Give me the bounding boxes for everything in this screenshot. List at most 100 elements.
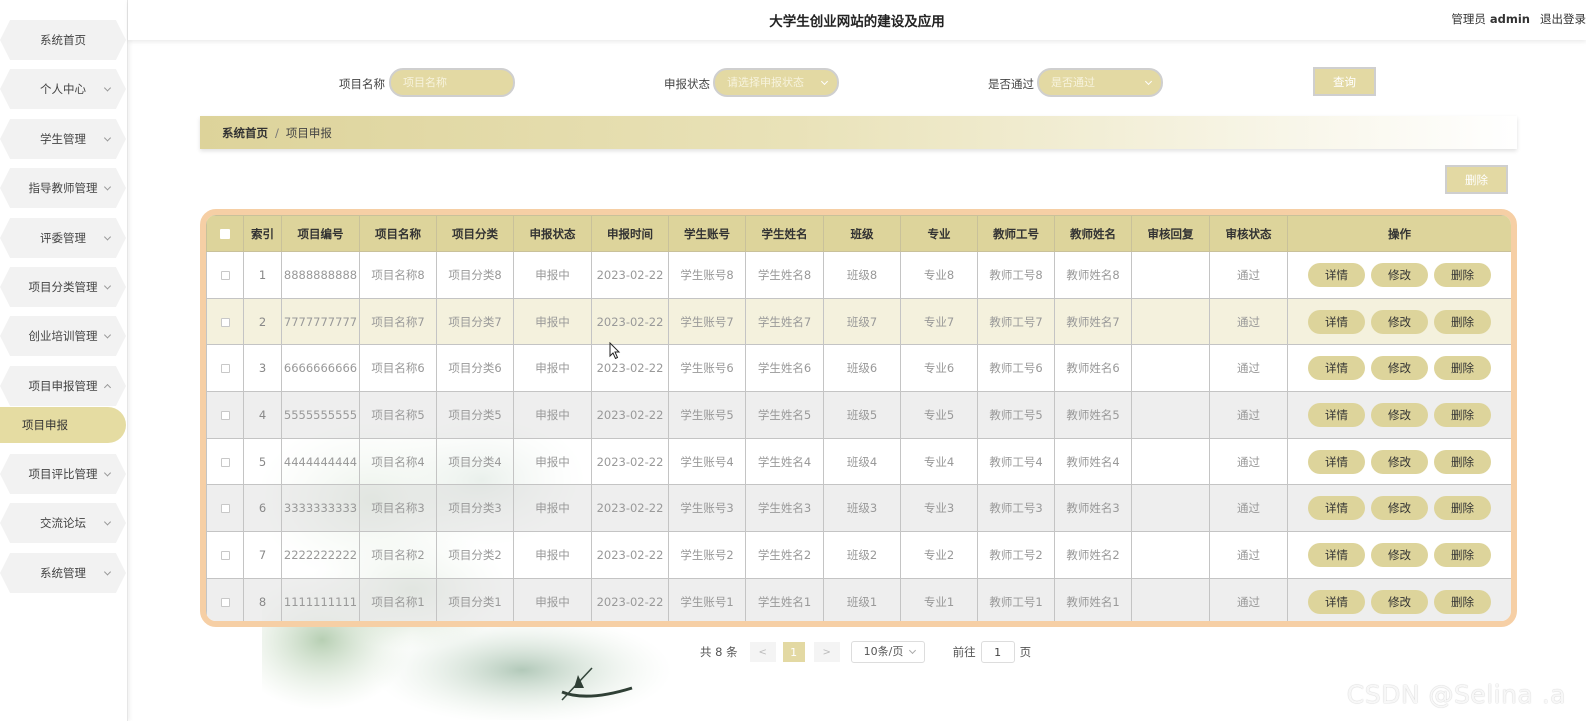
row-select-cell[interactable] [206, 484, 244, 533]
sidebar-item-label: 评委管理 [40, 231, 86, 245]
edit-button[interactable]: 修改 [1371, 262, 1428, 287]
is-passed-placeholder: 是否通过 [1051, 76, 1095, 89]
edit-button[interactable]: 修改 [1371, 496, 1428, 521]
delete-button[interactable]: 删除 [1434, 449, 1491, 474]
batch-delete-button[interactable]: 删除 [1445, 165, 1508, 194]
sidebar-item-forum[interactable]: 交流论坛 [0, 503, 126, 543]
table-cell-major: 专业1 [900, 577, 978, 621]
sidebar-item-label: 项目申报 [22, 418, 68, 432]
sidebar-item-label: 项目申报管理 [28, 379, 98, 393]
select-all-cell[interactable] [206, 215, 244, 252]
column-header: 项目编号 [281, 215, 360, 252]
row-actions-cell: 详情 修改 删除 [1287, 251, 1511, 299]
detail-button[interactable]: 详情 [1308, 356, 1365, 381]
sidebar-item-training-management[interactable]: 创业培训管理 [0, 316, 126, 356]
table-cell-major: 专业2 [900, 531, 978, 579]
sidebar-item-student-management[interactable]: 学生管理 [0, 119, 126, 159]
table-cell-index: 8 [243, 577, 282, 621]
table-cell-category: 项目分类6 [436, 344, 514, 393]
sidebar-item-evaluation-management[interactable]: 项目评比管理 [0, 454, 126, 494]
table-cell-review: 通过 [1209, 297, 1288, 346]
delete-button[interactable]: 删除 [1434, 542, 1491, 567]
sidebar-item-judge-management[interactable]: 评委管理 [0, 218, 126, 258]
username: admin [1489, 12, 1530, 26]
table-cell-class: 班级1 [823, 577, 901, 621]
sidebar-item-category-management[interactable]: 项目分类管理 [0, 267, 126, 307]
row-select-cell[interactable] [206, 297, 244, 346]
sidebar-item-label: 学生管理 [40, 132, 86, 146]
row-select-cell[interactable] [206, 531, 244, 579]
sidebar-item-label: 指导教师管理 [28, 181, 98, 195]
delete-button[interactable]: 删除 [1434, 356, 1491, 381]
detail-button[interactable]: 详情 [1308, 496, 1365, 521]
declaration-status-select[interactable]: 请选择申报状态 [713, 68, 839, 97]
breadcrumb-home[interactable]: 系统首页 [222, 125, 268, 141]
project-table: 索引 项目编号 项目名称 项目分类 申报状态 申报时间 学生账号 学生姓名 班级… [206, 215, 1511, 621]
sidebar-item-personal-center[interactable]: 个人中心 [0, 69, 126, 109]
row-checkbox[interactable] [220, 504, 230, 514]
next-page-button[interactable]: > [813, 642, 840, 662]
row-checkbox[interactable] [220, 317, 230, 327]
detail-button[interactable]: 详情 [1308, 589, 1365, 614]
page-size-select[interactable]: 10条/页 [850, 641, 925, 663]
goto-page-input[interactable] [980, 641, 1015, 663]
row-checkbox[interactable] [220, 270, 230, 280]
table-cell-teacher: 教师姓名6 [1054, 344, 1132, 393]
table-cell-teacher-id: 教师工号8 [977, 251, 1055, 299]
edit-button[interactable]: 修改 [1371, 542, 1428, 567]
prev-page-button[interactable]: < [749, 642, 776, 662]
logout-link[interactable]: 退出登录 [1540, 12, 1586, 26]
query-button[interactable]: 查询 [1313, 67, 1376, 96]
sidebar-item-home[interactable]: 系统首页 [0, 20, 126, 60]
row-select-cell[interactable] [206, 251, 244, 299]
detail-button[interactable]: 详情 [1308, 449, 1365, 474]
edit-button[interactable]: 修改 [1371, 589, 1428, 614]
sidebar-item-project-declaration[interactable]: 项目申报 [0, 407, 126, 443]
sidebar-item-system-management[interactable]: 系统管理 [0, 553, 126, 593]
row-select-cell[interactable] [206, 391, 244, 439]
row-checkbox[interactable] [220, 597, 230, 607]
table-cell-index: 1 [243, 251, 282, 299]
table-body: 1 8888888888 项目名称8 项目分类8 申报中 2023-02-22 学生账号8 学… [206, 251, 1511, 621]
sidebar-item-declaration-management[interactable]: 项目申报管理 [0, 366, 126, 406]
detail-button[interactable]: 详情 [1308, 402, 1365, 427]
table-cell-name: 项目名称6 [359, 344, 437, 393]
table-cell-name: 项目名称3 [359, 484, 437, 533]
delete-button[interactable]: 删除 [1434, 589, 1491, 614]
table-cell-review: 通过 [1209, 484, 1288, 533]
table-cell-class: 班级6 [823, 344, 901, 393]
row-select-cell[interactable] [206, 344, 244, 393]
pagination: 共 8 条 < 1 > 10条/页 前往 页 [700, 641, 1031, 663]
row-checkbox[interactable] [220, 410, 230, 420]
page-number-button[interactable]: 1 [782, 642, 805, 662]
total-count: 共 8 条 [700, 645, 738, 659]
delete-button[interactable]: 删除 [1434, 402, 1491, 427]
column-header: 索引 [243, 215, 282, 252]
edit-button[interactable]: 修改 [1371, 309, 1428, 334]
table-header-row: 索引 项目编号 项目名称 项目分类 申报状态 申报时间 学生账号 学生姓名 班级… [206, 215, 1511, 252]
sidebar-item-teacher-management[interactable]: 指导教师管理 [0, 168, 126, 208]
column-header: 教师工号 [977, 215, 1055, 252]
row-checkbox[interactable] [220, 550, 230, 560]
edit-button[interactable]: 修改 [1371, 449, 1428, 474]
row-select-cell[interactable] [206, 437, 244, 486]
sidebar-item-label: 项目分类管理 [28, 280, 98, 294]
delete-button[interactable]: 删除 [1434, 309, 1491, 334]
detail-button[interactable]: 详情 [1308, 542, 1365, 567]
row-select-cell[interactable] [206, 577, 244, 621]
is-passed-select[interactable]: 是否通过 [1037, 68, 1163, 97]
delete-button[interactable]: 删除 [1434, 262, 1491, 287]
row-checkbox[interactable] [220, 457, 230, 467]
column-header: 申报时间 [591, 215, 669, 252]
detail-button[interactable]: 详情 [1308, 262, 1365, 287]
project-name-input[interactable] [389, 68, 515, 97]
sidebar: 系统首页 个人中心 学生管理 指导教师管理 评委管理 项目分类管理 创业培训管理… [0, 0, 128, 721]
select-all-checkbox[interactable] [220, 229, 230, 239]
edit-button[interactable]: 修改 [1371, 356, 1428, 381]
delete-button[interactable]: 删除 [1434, 496, 1491, 521]
detail-button[interactable]: 详情 [1308, 309, 1365, 334]
row-checkbox[interactable] [220, 364, 230, 374]
table-cell-category: 项目分类4 [436, 437, 514, 486]
edit-button[interactable]: 修改 [1371, 402, 1428, 427]
table-cell-date: 2023-02-22 [591, 484, 669, 533]
